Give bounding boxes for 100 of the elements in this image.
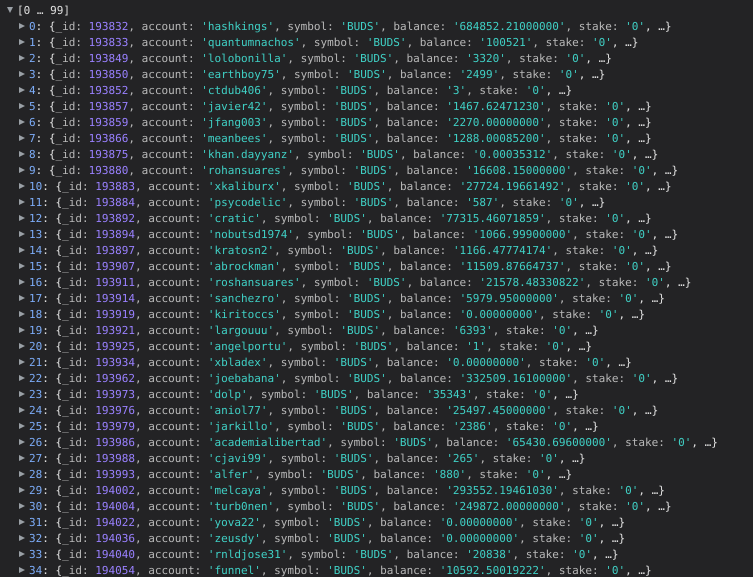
expand-triangle-icon[interactable] <box>18 486 26 494</box>
string-value: 'khan.dayyanz' <box>201 148 294 160</box>
expand-triangle-icon[interactable] <box>18 198 26 206</box>
expand-triangle-icon[interactable] <box>18 182 26 190</box>
string-value: '16608.15000000' <box>466 164 572 176</box>
property-key: , account: <box>135 340 208 352</box>
expand-triangle-icon[interactable] <box>18 342 26 350</box>
string-value: 'turb0nen' <box>208 500 274 512</box>
expand-triangle-icon[interactable] <box>18 22 26 30</box>
property-key: , balance: <box>380 20 453 32</box>
punctuation-text: : { <box>42 276 62 288</box>
string-value: 'BUDS' <box>354 340 394 352</box>
string-value: '1288.00085200' <box>446 132 546 144</box>
property-key: , account: <box>135 484 208 496</box>
array-index: 22 <box>29 372 42 384</box>
expand-triangle-icon[interactable] <box>18 86 26 94</box>
punctuation-text: , …} <box>645 500 672 512</box>
expand-triangle-icon[interactable] <box>18 438 26 446</box>
expand-triangle-icon[interactable] <box>18 246 26 254</box>
expand-triangle-icon[interactable] <box>18 294 26 302</box>
string-value: 'BUDS' <box>334 116 374 128</box>
string-value: '0' <box>566 52 586 64</box>
property-key: , balance: <box>373 404 446 416</box>
array-index: 16 <box>29 276 42 288</box>
expand-triangle-icon[interactable] <box>18 118 26 126</box>
expand-triangle-icon[interactable] <box>6 6 14 14</box>
expand-triangle-icon[interactable] <box>18 566 26 574</box>
property-key: , symbol: <box>327 436 394 448</box>
punctuation-text: : { <box>36 132 56 144</box>
expand-triangle-icon[interactable] <box>18 470 26 478</box>
string-value: '5979.95000000' <box>460 292 559 304</box>
array-index: 25 <box>29 420 42 432</box>
string-value: 'BUDS' <box>366 276 407 288</box>
array-index: 6 <box>29 116 36 128</box>
property-key: , account: <box>135 436 208 448</box>
string-value: '0' <box>672 436 692 448</box>
string-value: '0' <box>618 292 638 304</box>
expand-triangle-icon[interactable] <box>18 534 26 542</box>
punctuation-text: , …} <box>652 228 678 240</box>
number-value: 193976 <box>95 404 135 416</box>
property-key: , symbol: <box>267 116 334 128</box>
property-key: _id: <box>62 436 96 448</box>
expand-triangle-icon[interactable] <box>18 54 26 62</box>
expand-triangle-icon[interactable] <box>18 38 26 46</box>
string-value: 'BUDS' <box>360 148 400 160</box>
expand-triangle-icon[interactable] <box>18 214 26 222</box>
string-value: 'joebabana' <box>208 372 281 384</box>
property-key: , stake: <box>546 132 606 144</box>
expand-triangle-icon[interactable] <box>18 550 26 558</box>
string-value: 'BUDS' <box>346 292 387 304</box>
string-value: 'BUDS' <box>334 452 374 464</box>
property-key: , symbol: <box>280 68 347 80</box>
expand-triangle-icon[interactable] <box>18 502 26 510</box>
property-key: , balance: <box>380 324 453 336</box>
string-value: '0' <box>625 180 646 192</box>
property-key: , account: <box>135 244 208 256</box>
property-key: , balance: <box>373 356 446 368</box>
property-key: _id: <box>62 260 96 272</box>
string-value: '0' <box>572 548 592 560</box>
number-value: 193884 <box>95 196 135 208</box>
property-key: _id: <box>62 484 96 496</box>
expand-triangle-icon[interactable] <box>18 518 26 526</box>
string-value: 'cjavi99' <box>208 452 268 464</box>
expand-triangle-icon[interactable] <box>18 374 26 382</box>
property-key: , symbol: <box>267 452 334 464</box>
punctuation-text: , …} <box>625 212 652 224</box>
expand-triangle-icon[interactable] <box>18 262 26 270</box>
property-key: , account: <box>135 500 208 512</box>
string-value: '6393' <box>452 324 493 336</box>
expand-triangle-icon[interactable] <box>18 134 26 142</box>
expand-triangle-icon[interactable] <box>18 310 26 318</box>
expand-triangle-icon[interactable] <box>18 278 26 286</box>
string-value: 'BUDS' <box>327 212 367 224</box>
punctuation-text: , …} <box>664 276 692 288</box>
expand-triangle-icon[interactable] <box>18 390 26 398</box>
string-value: '0' <box>612 148 632 160</box>
expand-triangle-icon[interactable] <box>18 326 26 334</box>
expand-triangle-icon[interactable] <box>18 166 26 174</box>
property-key: , stake: <box>499 68 559 80</box>
expand-triangle-icon[interactable] <box>18 454 26 462</box>
expand-triangle-icon[interactable] <box>18 406 26 414</box>
expand-triangle-icon[interactable] <box>18 150 26 158</box>
expand-triangle-icon[interactable] <box>18 422 26 430</box>
punctuation-text: : { <box>42 532 62 544</box>
string-value: '0' <box>558 68 579 80</box>
expand-triangle-icon[interactable] <box>18 102 26 110</box>
property-key: , balance: <box>386 68 460 80</box>
expand-triangle-icon[interactable] <box>18 358 26 366</box>
property-key: , symbol: <box>294 228 360 240</box>
punctuation-text: , …} <box>598 516 626 528</box>
punctuation-text: : { <box>36 164 56 176</box>
property-key: _id: <box>62 292 96 304</box>
punctuation-text: : { <box>42 436 62 448</box>
property-key: , stake: <box>546 116 606 128</box>
property-key: , account: <box>135 228 208 240</box>
property-key: , balance: <box>366 564 440 576</box>
property-key: _id: <box>56 84 89 96</box>
expand-triangle-icon[interactable] <box>18 70 26 78</box>
punctuation-text: , …} <box>632 404 658 416</box>
expand-triangle-icon[interactable] <box>18 230 26 238</box>
